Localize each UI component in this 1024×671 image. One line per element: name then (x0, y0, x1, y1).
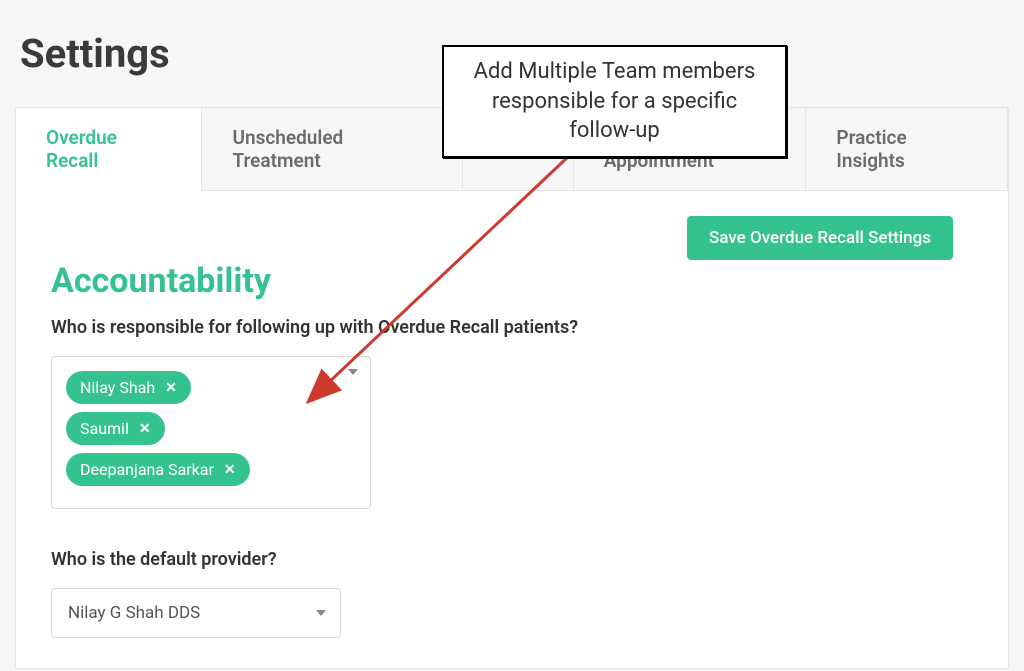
save-button[interactable]: Save Overdue Recall Settings (687, 216, 953, 260)
tab-unscheduled-treatment[interactable]: Unscheduled Treatment (202, 108, 462, 190)
tab-overdue-recall[interactable]: Overdue Recall (16, 108, 202, 191)
tag-label: Deepanjana Sarkar (80, 460, 214, 479)
chevron-down-icon[interactable] (348, 369, 358, 375)
annotation-callout: Add Multiple Team members responsible fo… (442, 45, 787, 158)
team-member-multiselect[interactable]: Nilay Shah ✕ Saumil ✕ Deepanjana Sarkar … (51, 356, 371, 509)
close-icon[interactable]: ✕ (165, 380, 177, 396)
tag-team-member: Nilay Shah ✕ (66, 371, 191, 404)
section-heading-accountability: Accountability (51, 261, 973, 301)
tab-practice-insights[interactable]: Practice Insights (806, 108, 1008, 190)
close-icon[interactable]: ✕ (224, 462, 236, 478)
default-provider-select[interactable]: Nilay G Shah DDS (51, 588, 341, 638)
select-value: Nilay G Shah DDS (68, 603, 200, 623)
close-icon[interactable]: ✕ (139, 421, 151, 437)
settings-panel: Overdue Recall Unscheduled Treatment Agi… (15, 107, 1009, 669)
tag-team-member: Deepanjana Sarkar ✕ (66, 453, 250, 486)
tag-label: Nilay Shah (80, 378, 155, 397)
tab-content: Save Overdue Recall Settings Accountabil… (16, 191, 1008, 668)
tag-team-member: Saumil ✕ (66, 412, 165, 445)
question-responsible: Who is responsible for following up with… (51, 317, 973, 338)
tag-label: Saumil (80, 419, 129, 438)
question-default-provider: Who is the default provider? (51, 549, 973, 570)
chevron-down-icon (316, 610, 326, 616)
